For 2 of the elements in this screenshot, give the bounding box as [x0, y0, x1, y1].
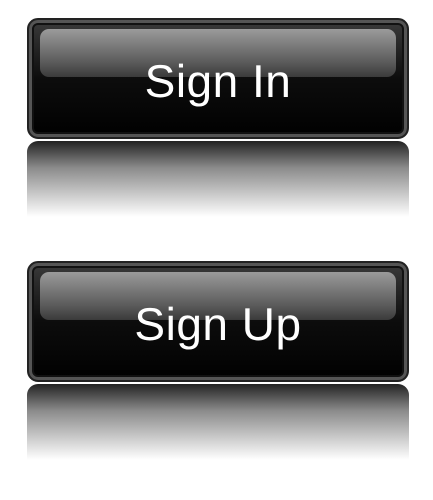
sign-button[interactable]: Sign In: [27, 18, 409, 139]
sign-button[interactable]: Sign Up: [27, 261, 409, 382]
